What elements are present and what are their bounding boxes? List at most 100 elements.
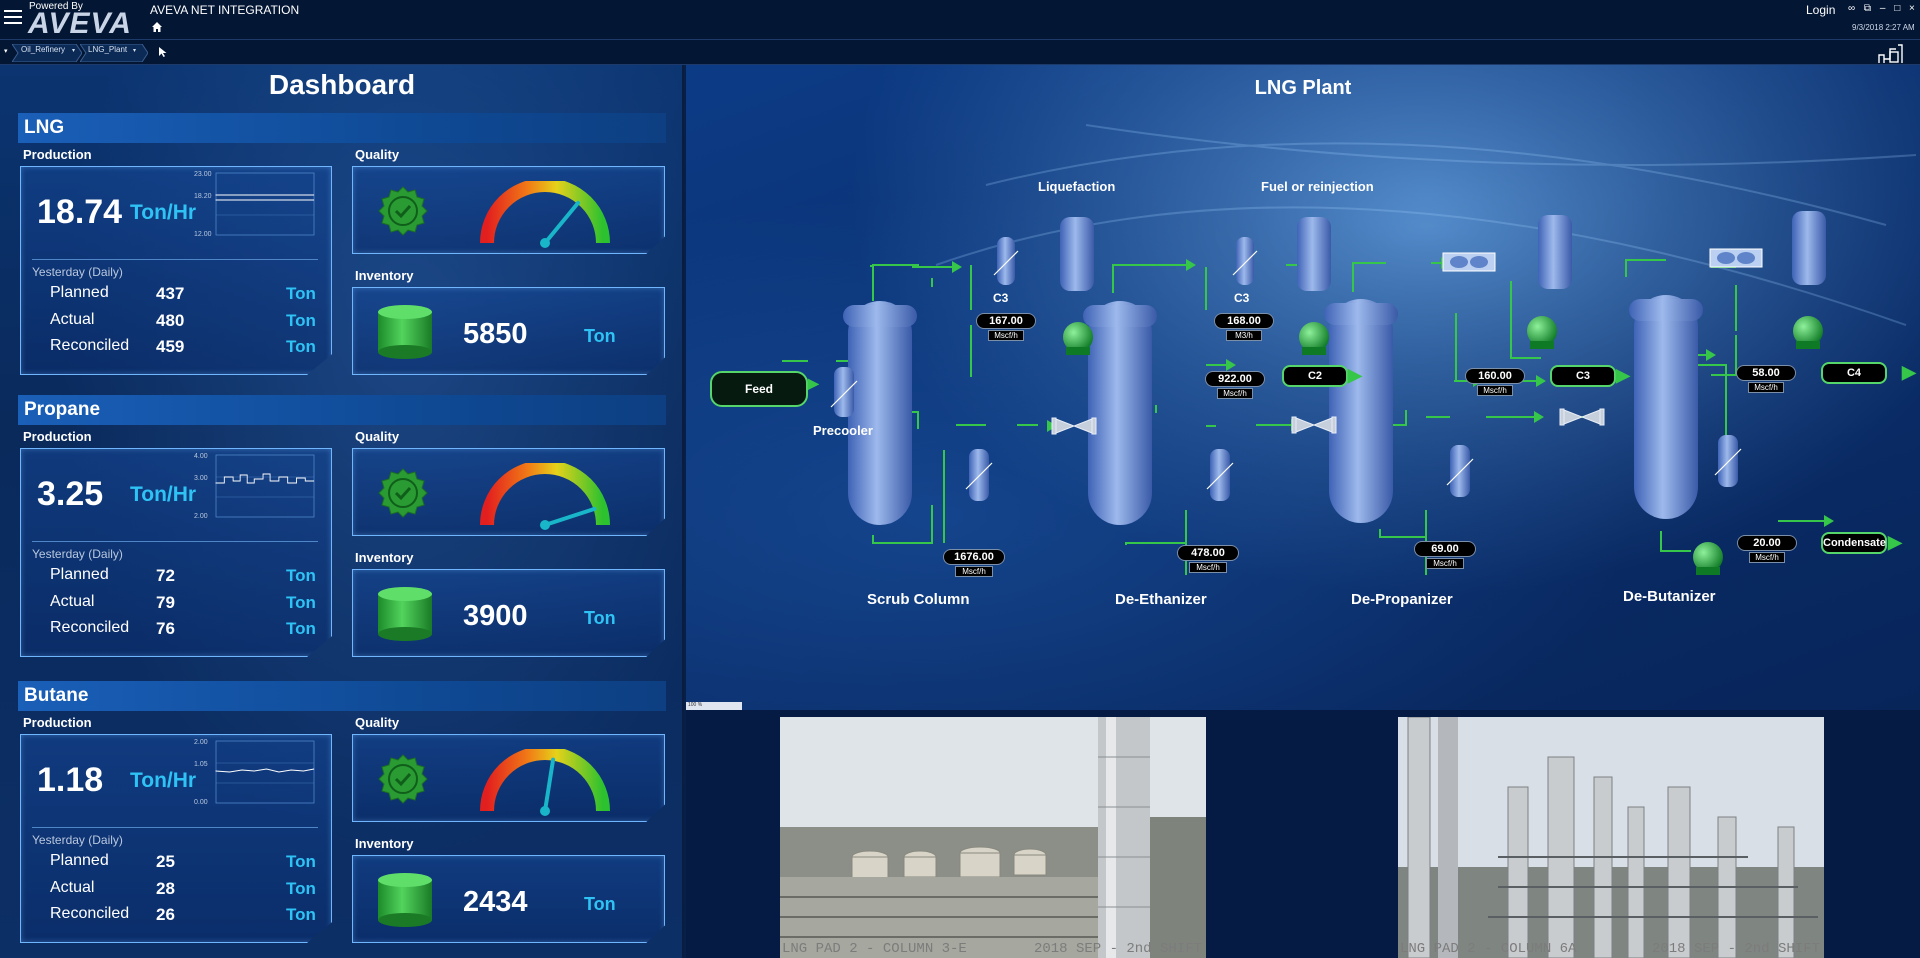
quality-gauge	[480, 749, 610, 816]
air-cooler-2[interactable]	[1709, 248, 1763, 268]
breadcrumb-root-arrow[interactable]: ▾	[4, 47, 8, 55]
air-cooler-1[interactable]	[1442, 252, 1496, 272]
flow-value[interactable]: 922.00	[1205, 371, 1265, 387]
feed-stream[interactable]: Feed	[710, 371, 808, 407]
c3-exchanger-2[interactable]	[1232, 237, 1258, 285]
layout-icon[interactable]: ⧉	[1864, 3, 1874, 14]
planned-value: 25	[156, 852, 175, 871]
reboiler-1[interactable]	[965, 449, 993, 501]
actual-value: 480	[156, 311, 185, 330]
chevron-down-icon[interactable]: ▾	[133, 47, 136, 61]
plant-schematic	[686, 65, 1920, 710]
inventory-unit: Ton	[584, 326, 616, 346]
inventory-value: 3900	[463, 600, 528, 632]
quality-label: Quality	[355, 715, 400, 730]
flow-value[interactable]: 167.00	[976, 313, 1036, 329]
c3-stream[interactable]: C3	[1550, 365, 1616, 387]
production-unit: Ton/Hr	[130, 201, 197, 224]
production-trend[interactable]	[198, 171, 316, 239]
flow-unit: Mscf/h	[1217, 388, 1253, 399]
flow-value[interactable]: 160.00	[1465, 368, 1525, 384]
condensate-stream[interactable]: Condensate	[1821, 532, 1887, 554]
scrub-column-label: Scrub Column	[867, 591, 970, 608]
reboiler-2[interactable]	[1206, 449, 1234, 501]
liquefaction-drum[interactable]	[1060, 217, 1094, 291]
c4-stream[interactable]: C4	[1821, 362, 1887, 384]
yesterday-label: Yesterday (Daily)	[32, 833, 123, 847]
c3-arrow-icon: ▶	[1616, 365, 1630, 385]
reconciled-label: Reconciled	[50, 905, 130, 922]
link-icon[interactable]: ∞	[1848, 3, 1858, 14]
flow-unit: Mscf/h	[955, 566, 993, 577]
quality-label: Quality	[355, 147, 400, 162]
home-icon[interactable]	[151, 21, 163, 33]
app-title: AVEVA NET INTEGRATION	[150, 3, 300, 17]
divider	[32, 827, 318, 828]
login-link[interactable]: Login	[1806, 3, 1835, 17]
breadcrumb-item-lng-plant[interactable]: LNG_Plant	[88, 45, 127, 59]
quality-label: Quality	[355, 429, 400, 444]
pump-3[interactable]	[1527, 316, 1557, 349]
tool-icon[interactable]	[1876, 43, 1904, 65]
dashboard-title: Dashboard	[268, 69, 416, 100]
actual-value: 28	[156, 879, 175, 898]
close-icon[interactable]: ×	[1909, 3, 1918, 14]
trend-tick-min: 0.00	[194, 799, 208, 806]
reconciled-value: 26	[156, 905, 175, 924]
pump-2[interactable]	[1299, 322, 1329, 355]
breadcrumb-item-oil-refinery[interactable]: Oil_Refinery	[21, 45, 65, 59]
maximize-icon[interactable]: □	[1894, 3, 1903, 14]
flow-value[interactable]: 1676.00	[943, 549, 1005, 565]
scrub-column-vessel[interactable]	[843, 301, 917, 525]
flow-value[interactable]: 20.00	[1737, 535, 1797, 551]
production-trend[interactable]	[198, 739, 316, 807]
c3-exchanger-1[interactable]	[993, 237, 1019, 285]
refinery-photo-1	[780, 717, 1206, 958]
production-value: 3.25	[37, 475, 104, 513]
pointer-icon[interactable]	[158, 46, 168, 58]
reconciled-unit: Ton	[286, 337, 316, 356]
precooler-exchanger[interactable]	[830, 367, 858, 417]
trend-tick-max: 4.00	[194, 453, 208, 460]
flow-unit: Mscf/h	[1748, 382, 1784, 393]
camera-feed-column-6a[interactable]: LNG PAD 2 - COLUMN 6A 2018 SEP - 2nd SHI…	[1398, 717, 1824, 958]
camera-1-location: LNG PAD 2 - COLUMN 3-E	[782, 941, 967, 957]
quality-gauge	[480, 463, 610, 530]
flow-value[interactable]: 168.00	[1214, 313, 1274, 329]
minimize-icon[interactable]: –	[1880, 3, 1889, 14]
window-controls[interactable]: ∞ ⧉ – □ ×	[1848, 3, 1918, 14]
reboiler-4[interactable]	[1714, 435, 1742, 487]
flow-unit: Mscf/h	[1749, 552, 1785, 563]
propanizer-drum[interactable]	[1538, 215, 1572, 289]
plant-title: LNG Plant	[1254, 77, 1352, 99]
pump-5[interactable]	[1693, 542, 1723, 575]
production-value: 1.18	[37, 761, 104, 799]
de-propanizer-vessel[interactable]	[1324, 299, 1398, 523]
de-butanizer-vessel[interactable]	[1629, 295, 1703, 519]
production-trend[interactable]	[198, 453, 316, 521]
flow-value[interactable]: 69.00	[1414, 541, 1476, 557]
de-ethanizer-vessel[interactable]	[1083, 301, 1157, 525]
flow-unit: Mscf/h	[1426, 558, 1464, 569]
inventory-value: 2434	[463, 886, 528, 918]
trend-tick-mid: 3.00	[194, 475, 208, 482]
reboiler-3[interactable]	[1446, 445, 1474, 497]
yesterday-label: Yesterday (Daily)	[32, 265, 123, 279]
trend-tick-min: 12.00	[194, 231, 212, 238]
pump-4[interactable]	[1793, 316, 1823, 349]
top-bar: Powered By AVEVA AVEVA NET INTEGRATION L…	[0, 0, 1920, 40]
camera-feeds: LNG PAD 2 - COLUMN 3-E 2018 SEP - 2nd SH…	[686, 710, 1920, 958]
menu-icon[interactable]	[4, 10, 22, 26]
chevron-down-icon[interactable]: ▾	[72, 47, 75, 61]
flow-value[interactable]: 58.00	[1736, 365, 1796, 381]
pump-1[interactable]	[1063, 322, 1093, 355]
camera-feed-column-3e[interactable]: LNG PAD 2 - COLUMN 3-E 2018 SEP - 2nd SH…	[780, 717, 1206, 958]
butanizer-drum[interactable]	[1792, 211, 1826, 285]
trend-tick-max: 2.00	[194, 739, 208, 746]
flow-value[interactable]: 478.00	[1177, 545, 1239, 561]
feed-arrow-icon: ▶	[808, 375, 819, 391]
c2-stream[interactable]: C2	[1282, 365, 1348, 387]
c4-arrow-icon: ▶	[1902, 362, 1916, 382]
reconciled-value: 459	[156, 337, 185, 356]
fuel-drum[interactable]	[1297, 217, 1331, 291]
